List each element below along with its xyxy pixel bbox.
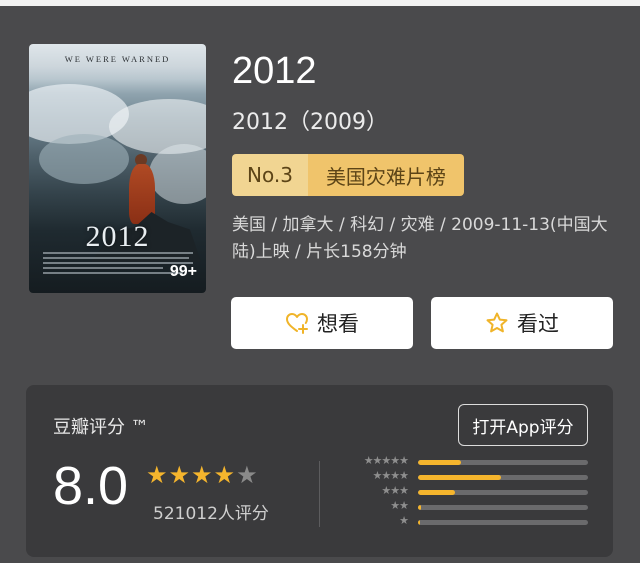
distribution-row: ★★★ xyxy=(346,484,588,500)
movie-title: 2012 xyxy=(232,50,317,92)
watched-button[interactable]: 看过 xyxy=(431,297,613,349)
star-filled-icon: ★ xyxy=(191,461,213,489)
rating-score: 8.0 xyxy=(53,456,129,516)
distribution-bar xyxy=(418,505,588,510)
want-to-watch-button[interactable]: 想看 xyxy=(231,297,413,349)
distribution-stars: ★★★ xyxy=(381,484,409,497)
distribution-row: ★★ xyxy=(346,499,588,515)
distribution-bar-fill xyxy=(418,505,422,510)
star-filled-icon: ★ xyxy=(168,461,191,489)
star-filled-icon: ★ xyxy=(213,461,236,489)
movie-poster[interactable]: WE WERE WARNED 2012 99+ xyxy=(29,44,206,293)
heart-plus-icon xyxy=(286,313,308,334)
poster-wave xyxy=(39,134,129,184)
distribution-stars: ★ xyxy=(399,514,409,527)
distribution-stars: ★★ xyxy=(390,499,409,512)
distribution-bar xyxy=(418,475,588,480)
movie-subtitle: 2012（2009） xyxy=(232,110,388,135)
watched-label: 看过 xyxy=(517,312,559,336)
distribution-row: ★★★★★ xyxy=(346,454,588,470)
distribution-bar-fill xyxy=(418,490,456,495)
rating-distribution: ★★★★★ ★★★★ ★★★ ★★ ★ xyxy=(346,454,588,531)
rating-stars: ★ ★ ★ ★ ★ xyxy=(146,463,258,487)
poster-tagline: WE WERE WARNED xyxy=(64,54,171,64)
rank-number: No.3 xyxy=(232,154,308,196)
rating-card: 豆瓣评分 ™ 打开App评分 8.0 ★ ★ ★ ★ ★ 521012人评分 ★★★★★… xyxy=(26,385,613,557)
distribution-bar xyxy=(418,520,588,525)
star-empty-icon: ★ xyxy=(236,461,258,489)
distribution-stars: ★★★★★ xyxy=(363,454,409,467)
distribution-bar xyxy=(418,460,588,465)
divider xyxy=(319,461,320,527)
rating-source-label: 豆瓣评分 ™ xyxy=(53,417,149,438)
distribution-bar xyxy=(418,490,588,495)
want-to-watch-label: 想看 xyxy=(317,312,359,336)
rank-list-name: 美国灾难片榜 xyxy=(307,154,464,196)
distribution-bar-fill xyxy=(418,520,420,525)
distribution-bar-fill xyxy=(418,460,461,465)
poster-wave xyxy=(149,144,206,204)
star-outline-icon xyxy=(486,312,508,333)
distribution-row: ★★★★ xyxy=(346,469,588,485)
star-filled-icon: ★ xyxy=(146,461,168,489)
distribution-bar-fill xyxy=(418,475,502,480)
open-app-rate-button[interactable]: 打开App评分 xyxy=(458,404,588,446)
top-strip xyxy=(0,0,640,6)
distribution-stars: ★★★★ xyxy=(372,469,409,482)
photo-count-badge: 99+ xyxy=(169,263,197,280)
rating-count: 521012人评分 xyxy=(153,504,269,524)
distribution-row: ★ xyxy=(346,514,588,530)
rank-badge[interactable]: No.3 美国灾难片榜 xyxy=(232,154,464,196)
movie-meta: 美国 / 加拿大 / 科幻 / 灾难 / 2009-11-13(中国大陆)上映 … xyxy=(232,215,608,262)
poster-title: 2012 xyxy=(85,220,150,253)
